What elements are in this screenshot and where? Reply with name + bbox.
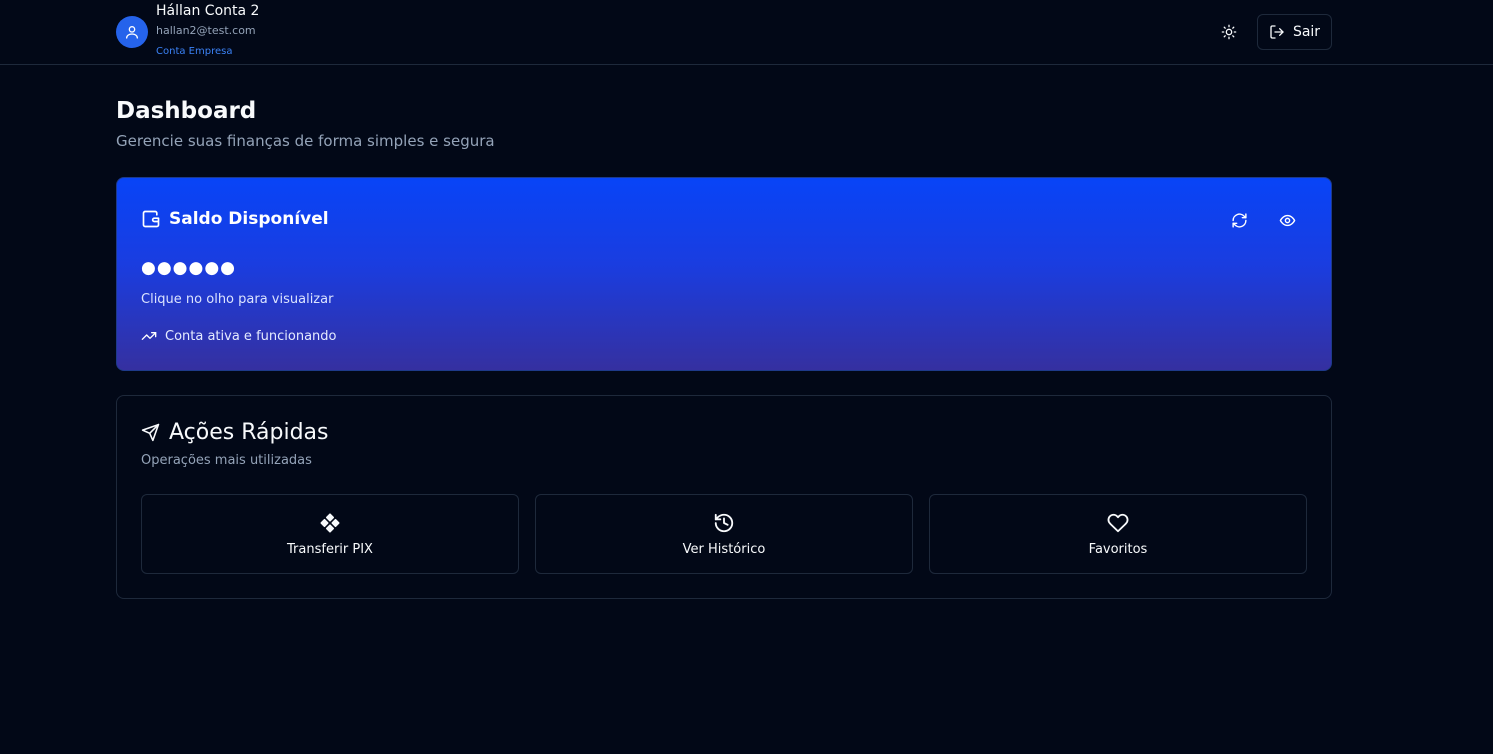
send-icon: [141, 423, 160, 442]
eye-icon: [1279, 212, 1296, 229]
top-header: Hállan Conta 2 hallan2@test.com Conta Em…: [0, 0, 1493, 65]
quick-actions-subtitle: Operações mais utilizadas: [141, 453, 312, 468]
balance-card: Saldo Disponível ●●●●●● Clique no olho p…: [116, 177, 1332, 371]
favorites-button[interactable]: Favoritos: [929, 494, 1307, 574]
refresh-icon: [1231, 212, 1248, 229]
transfer-pix-label: Transferir PIX: [287, 541, 373, 557]
sun-icon: [1221, 24, 1237, 40]
quick-actions-header: Ações Rápidas: [141, 420, 328, 445]
history-icon: [713, 512, 735, 534]
quick-actions-title: Ações Rápidas: [169, 420, 329, 445]
user-icon: [124, 24, 140, 40]
pix-icon: [319, 512, 341, 534]
avatar: [116, 16, 148, 48]
transfer-pix-button[interactable]: Transferir PIX: [141, 494, 519, 574]
account-status: Conta ativa e funcionando: [141, 328, 336, 344]
page-title: Dashboard: [116, 98, 257, 124]
heart-icon: [1107, 512, 1129, 534]
theme-toggle-button[interactable]: [1215, 18, 1243, 46]
quick-actions-card: Ações Rápidas Operações mais utilizadas …: [116, 395, 1332, 599]
user-name: Hállan Conta 2: [156, 3, 260, 19]
logout-label: Sair: [1292, 24, 1321, 40]
account-type-label: Conta Empresa: [156, 46, 233, 57]
view-history-label: Ver Histórico: [682, 541, 766, 557]
balance-hint: Clique no olho para visualizar: [141, 292, 334, 307]
favorites-label: Favoritos: [1088, 541, 1148, 557]
log-out-icon: [1269, 24, 1285, 40]
refresh-balance-button[interactable]: [1227, 208, 1251, 232]
wallet-icon: [141, 209, 161, 229]
user-email: hallan2@test.com: [156, 24, 256, 37]
page-subtitle: Gerencie suas finanças de forma simples …: [116, 132, 495, 150]
balance-title: Saldo Disponível: [169, 209, 329, 229]
trending-up-icon: [141, 328, 157, 344]
logout-button[interactable]: Sair: [1257, 14, 1332, 50]
balance-header: Saldo Disponível: [141, 209, 329, 229]
account-status-label: Conta ativa e funcionando: [165, 328, 337, 344]
balance-value-masked: ●●●●●●: [141, 258, 237, 278]
view-history-button[interactable]: Ver Histórico: [535, 494, 913, 574]
toggle-balance-visibility-button[interactable]: [1275, 208, 1299, 232]
